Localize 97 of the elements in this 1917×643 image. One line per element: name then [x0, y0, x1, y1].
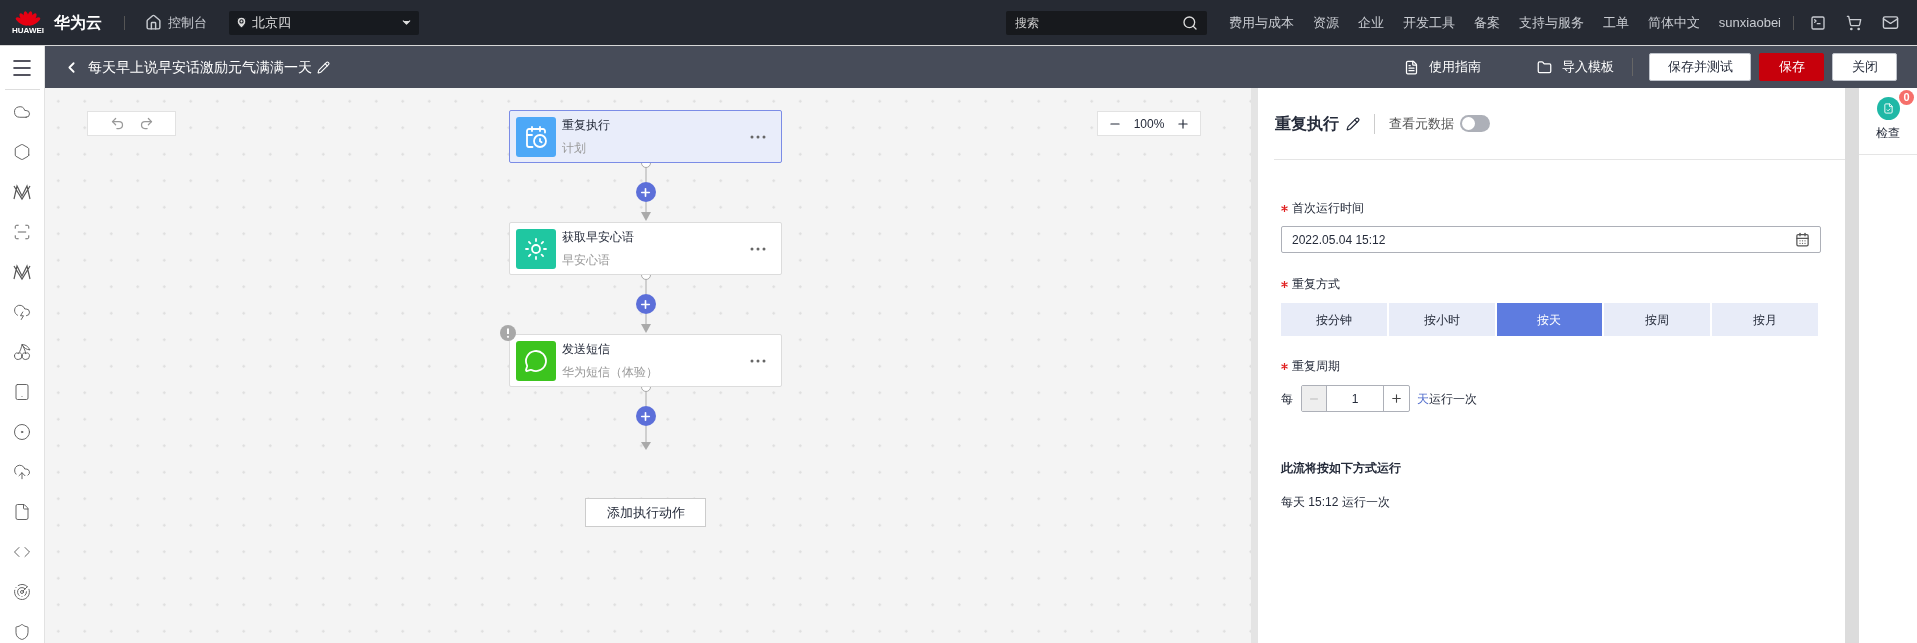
nav-link[interactable]: 资源 [1312, 12, 1339, 33]
panel-title: 重复执行 [1275, 113, 1339, 134]
plus-icon [639, 185, 652, 199]
date-field[interactable]: 2022.05.04 15:12 [1281, 226, 1821, 253]
flow-node[interactable]: 重复执行 计划 [509, 110, 782, 163]
arrow-line [639, 202, 652, 222]
period-prefix: 每 [1281, 390, 1293, 408]
pin-icon [235, 16, 248, 29]
zigzag-icon[interactable] [13, 183, 31, 201]
check-label: 检查 [1876, 125, 1900, 142]
flow-node[interactable]: 获取早安心语 早安心语 [509, 222, 782, 275]
home-icon[interactable] [145, 14, 162, 31]
plus-icon [639, 409, 652, 423]
region-select[interactable]: 北京四 [229, 10, 419, 35]
search-input[interactable]: 搜索 [1014, 13, 1182, 32]
period-suffix: 运行一次 [1429, 390, 1477, 408]
nav-link[interactable]: 工单 [1602, 12, 1629, 33]
check-button[interactable] [1876, 97, 1900, 120]
tablet-icon[interactable] [13, 383, 31, 401]
logo-icon [15, 10, 41, 26]
zigzag-icon[interactable] [13, 263, 31, 281]
mode-option[interactable]: 按月 [1712, 303, 1818, 336]
document-icon [1882, 103, 1894, 114]
metadata-switch[interactable] [1460, 115, 1490, 132]
summary-heading: 此流将按如下方式运行 [1281, 460, 1402, 477]
toolbar-button[interactable]: 保存 [1759, 53, 1824, 81]
arrow-line [639, 426, 652, 452]
redo-icon[interactable] [138, 116, 154, 131]
hexagon-icon[interactable] [13, 143, 31, 161]
zoom-level: 100% [1133, 115, 1165, 133]
node-title: 获取早安心语 [562, 229, 635, 246]
number-stepper[interactable]: 1 [1301, 385, 1410, 412]
unit-link[interactable]: 天 [1417, 389, 1429, 408]
node-subtitle: 早安心语 [562, 252, 611, 269]
mode-option[interactable]: 按周 [1604, 303, 1711, 336]
more-icon[interactable] [750, 134, 766, 139]
toggle-label: 查看元数据 [1389, 114, 1454, 133]
mail-icon[interactable] [1882, 14, 1899, 31]
nav-link[interactable]: 费用与成本 [1228, 12, 1294, 33]
number-field[interactable]: 1 [1327, 386, 1383, 411]
zoom-in-icon[interactable] [1176, 116, 1191, 131]
node-subtitle: 计划 [562, 140, 587, 157]
console-link[interactable]: 控制台 [168, 12, 207, 33]
document-icon [1404, 59, 1419, 75]
file-icon[interactable] [13, 503, 31, 521]
mode-option[interactable]: 按小时 [1388, 303, 1495, 336]
shield-icon[interactable] [13, 623, 31, 641]
nav-link[interactable]: 企业 [1357, 12, 1384, 33]
scan-icon[interactable] [13, 223, 31, 241]
circle-icon[interactable] [13, 423, 31, 441]
folder-icon [1537, 59, 1552, 75]
toolbar-link[interactable]: 使用指南 [1404, 57, 1481, 77]
sun-icon [516, 228, 556, 269]
node-subtitle: 华为短信（体验） [562, 364, 659, 381]
toolbar-button[interactable]: 关闭 [1832, 53, 1897, 81]
nav-link[interactable]: 开发工具 [1402, 12, 1455, 33]
more-icon[interactable] [750, 246, 766, 251]
mode-option[interactable]: 按分钟 [1281, 303, 1387, 336]
mode-option[interactable]: 按天 [1496, 303, 1603, 336]
issue-count-badge: 0 [1899, 90, 1914, 105]
add-step-button[interactable] [635, 406, 656, 426]
brand-name[interactable]: 华为云 [54, 10, 102, 35]
toolbar-link[interactable]: 导入模板 [1537, 57, 1614, 77]
node-title: 重复执行 [562, 117, 611, 134]
radar-icon[interactable] [13, 583, 31, 601]
user-name[interactable]: sunxiaobei [1718, 12, 1781, 33]
search-field[interactable]: 搜索 [1005, 10, 1207, 35]
field-label: 首次运行时间 [1292, 200, 1364, 217]
flow-title: 每天早上说早安话激励元气满满一天 [88, 57, 312, 77]
nav-link[interactable]: 简体中文 [1647, 12, 1700, 33]
more-icon[interactable] [750, 358, 766, 363]
cloud-upload-icon[interactable] [13, 463, 31, 481]
nav-link[interactable]: 备案 [1473, 12, 1500, 33]
terminal-icon[interactable] [1810, 14, 1826, 31]
flow-node[interactable]: 发送短信 华为短信（体验） [509, 334, 782, 387]
field-label: 重复周期 [1292, 358, 1340, 375]
add-step-button[interactable] [635, 294, 656, 314]
edit-icon[interactable] [1346, 116, 1360, 131]
nav-link[interactable]: 支持与服务 [1518, 12, 1584, 33]
toolbar-button[interactable]: 保存并测试 [1649, 53, 1751, 81]
node-title: 发送短信 [562, 341, 611, 358]
cloud-icon[interactable] [13, 303, 31, 321]
plus-icon [639, 297, 652, 311]
arrow-line [639, 314, 652, 334]
cloud-icon[interactable] [13, 103, 31, 121]
logo-text: HUAWEI [12, 26, 44, 35]
calendar-icon[interactable] [1795, 232, 1810, 247]
add-step-button[interactable] [635, 182, 656, 202]
undo-icon[interactable] [109, 116, 125, 131]
plus-icon [1390, 392, 1403, 405]
field-label: 重复方式 [1292, 276, 1340, 293]
calendar-icon [516, 116, 556, 157]
search-icon[interactable] [1181, 14, 1198, 31]
add-action-button[interactable]: 添加执行动作 [585, 498, 706, 527]
summary-text: 每天 15:12 运行一次 [1281, 494, 1391, 511]
chat-icon [516, 340, 556, 381]
cart-icon[interactable] [1846, 14, 1862, 31]
